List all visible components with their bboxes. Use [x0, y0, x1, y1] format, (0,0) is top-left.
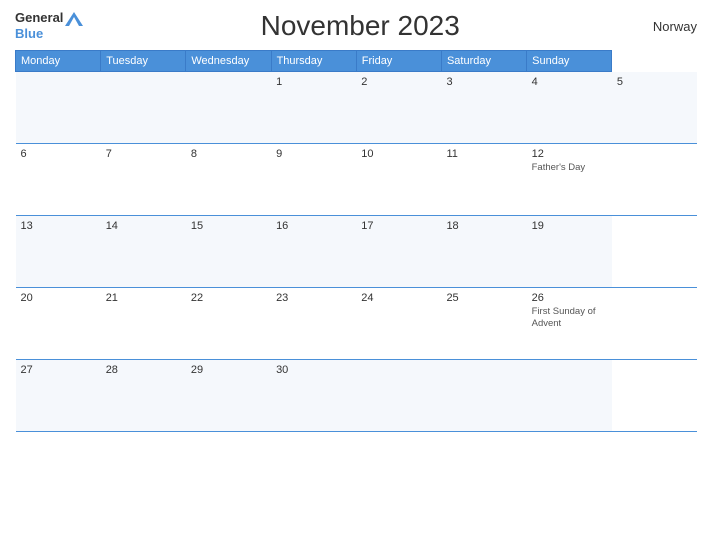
- table-row: 24: [356, 288, 441, 360]
- col-saturday: Saturday: [441, 51, 526, 72]
- event-label: Father's Day: [532, 162, 607, 174]
- table-row: 10: [356, 144, 441, 216]
- table-row: [356, 360, 441, 432]
- day-number: 13: [21, 220, 96, 232]
- col-wednesday: Wednesday: [186, 51, 271, 72]
- table-row: 23: [271, 288, 356, 360]
- col-tuesday: Tuesday: [101, 51, 186, 72]
- table-row: 27: [16, 360, 101, 432]
- day-number: 10: [361, 148, 436, 160]
- col-thursday: Thursday: [271, 51, 356, 72]
- table-row: 16: [271, 216, 356, 288]
- day-number: 21: [106, 292, 181, 304]
- day-number: 7: [106, 148, 181, 160]
- day-number: 6: [21, 148, 96, 160]
- day-number: 30: [276, 364, 351, 376]
- logo: General Blue: [15, 11, 83, 41]
- table-row: 15: [186, 216, 271, 288]
- calendar-week-row: 27 28 29 30: [16, 360, 698, 432]
- day-number: 8: [191, 148, 266, 160]
- table-row: 14: [101, 216, 186, 288]
- day-number: 29: [191, 364, 266, 376]
- table-row: 8: [186, 144, 271, 216]
- event-label: First Sunday of Advent: [532, 306, 607, 331]
- table-row: 17: [356, 216, 441, 288]
- page-title: November 2023: [83, 10, 637, 42]
- day-number: 27: [21, 364, 96, 376]
- table-row: 5: [612, 72, 697, 144]
- calendar-week-row: 6789 10 11 12 Father's Day: [16, 144, 698, 216]
- day-number: 25: [446, 292, 521, 304]
- table-row: 2: [356, 72, 441, 144]
- table-row: 30: [271, 360, 356, 432]
- calendar-week-row: 12345: [16, 72, 698, 144]
- day-number: 4: [532, 76, 607, 88]
- day-number: 9: [276, 148, 351, 160]
- logo-general: General: [15, 11, 83, 26]
- day-number: 2: [361, 76, 436, 88]
- day-number: 22: [191, 292, 266, 304]
- day-number: 3: [446, 76, 521, 88]
- day-number: 16: [276, 220, 351, 232]
- table-row: 3: [441, 72, 526, 144]
- calendar-week-row: 20 21 22 23 24 25 26 First Sunday of Advent: [16, 288, 698, 360]
- day-number: 15: [191, 220, 266, 232]
- table-row: 19: [527, 216, 612, 288]
- day-number: 14: [106, 220, 181, 232]
- table-row: 22: [186, 288, 271, 360]
- col-sunday: Sunday: [527, 51, 612, 72]
- col-friday: Friday: [356, 51, 441, 72]
- calendar-page: General Blue November 2023 Norway Monday…: [0, 0, 712, 550]
- calendar-table: Monday Tuesday Wednesday Thursday Friday…: [15, 50, 697, 432]
- table-row: 1: [271, 72, 356, 144]
- table-row: 13: [16, 216, 101, 288]
- day-number: 12: [532, 148, 607, 160]
- table-row: 7: [101, 144, 186, 216]
- day-number: 26: [532, 292, 607, 304]
- day-number: 23: [276, 292, 351, 304]
- table-row: [527, 360, 612, 432]
- day-number: 19: [532, 220, 607, 232]
- table-row: 20: [16, 288, 101, 360]
- day-number: 1: [276, 76, 351, 88]
- country-label: Norway: [637, 19, 697, 34]
- table-row: 11: [441, 144, 526, 216]
- col-monday: Monday: [16, 51, 101, 72]
- day-number: 24: [361, 292, 436, 304]
- table-row: 4: [527, 72, 612, 144]
- table-row: 26 First Sunday of Advent: [527, 288, 612, 360]
- table-row: 12 Father's Day: [527, 144, 612, 216]
- day-number: 5: [617, 76, 692, 88]
- table-row: 21: [101, 288, 186, 360]
- table-row: [441, 360, 526, 432]
- table-row: [186, 72, 271, 144]
- header: General Blue November 2023 Norway: [15, 10, 697, 42]
- table-row: 29: [186, 360, 271, 432]
- table-row: 28: [101, 360, 186, 432]
- logo-blue: Blue: [15, 26, 43, 41]
- table-row: 25: [441, 288, 526, 360]
- day-number: 18: [446, 220, 521, 232]
- table-row: [101, 72, 186, 144]
- table-row: 18: [441, 216, 526, 288]
- table-row: 6: [16, 144, 101, 216]
- calendar-header-row: Monday Tuesday Wednesday Thursday Friday…: [16, 51, 698, 72]
- table-row: 9: [271, 144, 356, 216]
- day-number: 11: [446, 148, 521, 160]
- calendar-week-row: 13 14 15 16 17 18 19: [16, 216, 698, 288]
- day-number: 20: [21, 292, 96, 304]
- day-number: 28: [106, 364, 181, 376]
- day-number: 17: [361, 220, 436, 232]
- table-row: [16, 72, 101, 144]
